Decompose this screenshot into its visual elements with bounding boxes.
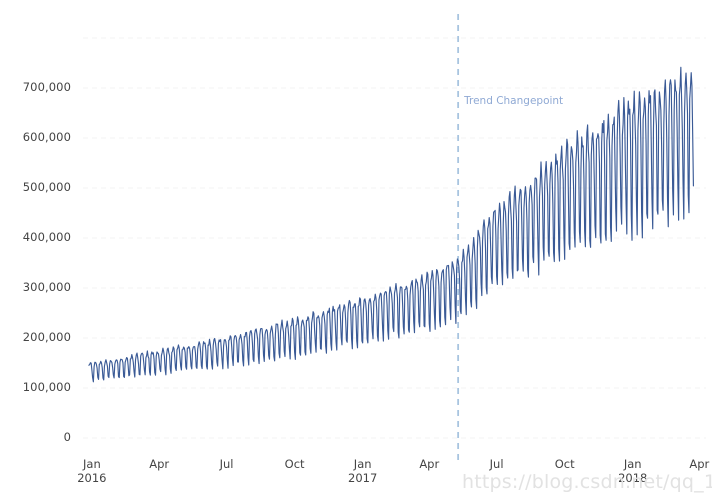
data-series-observed — [88, 66, 694, 383]
y-axis-tick-label: 500,000 — [22, 180, 71, 194]
gridlines — [83, 37, 706, 439]
x-tick-year: 2017 — [348, 470, 378, 485]
y-axis-tick-label: 100,000 — [22, 380, 71, 394]
timeseries-plot — [83, 14, 706, 464]
y-axis-tick-label: 400,000 — [22, 230, 71, 244]
y-axis-tick-label: 300,000 — [22, 280, 71, 294]
x-tick-month: Apr — [689, 457, 710, 471]
y-axis-tick-label: 700,000 — [22, 80, 71, 94]
y-axis-tick-label: 200,000 — [22, 330, 71, 344]
x-axis-tick-label: Apr — [659, 457, 712, 472]
x-tick-year: 2016 — [77, 470, 107, 485]
chart-container: 700,000 600,000 500,000 400,000 300,000 200,0… — [0, 0, 712, 502]
watermark-text: https://blog.csdn.net/qq_19600291 — [462, 471, 712, 493]
y-axis-tick-label: 0 — [63, 430, 71, 444]
y-axis-tick-label: 600,000 — [22, 130, 71, 144]
changepoint-annotation-label: Trend Changepoint — [464, 95, 564, 107]
